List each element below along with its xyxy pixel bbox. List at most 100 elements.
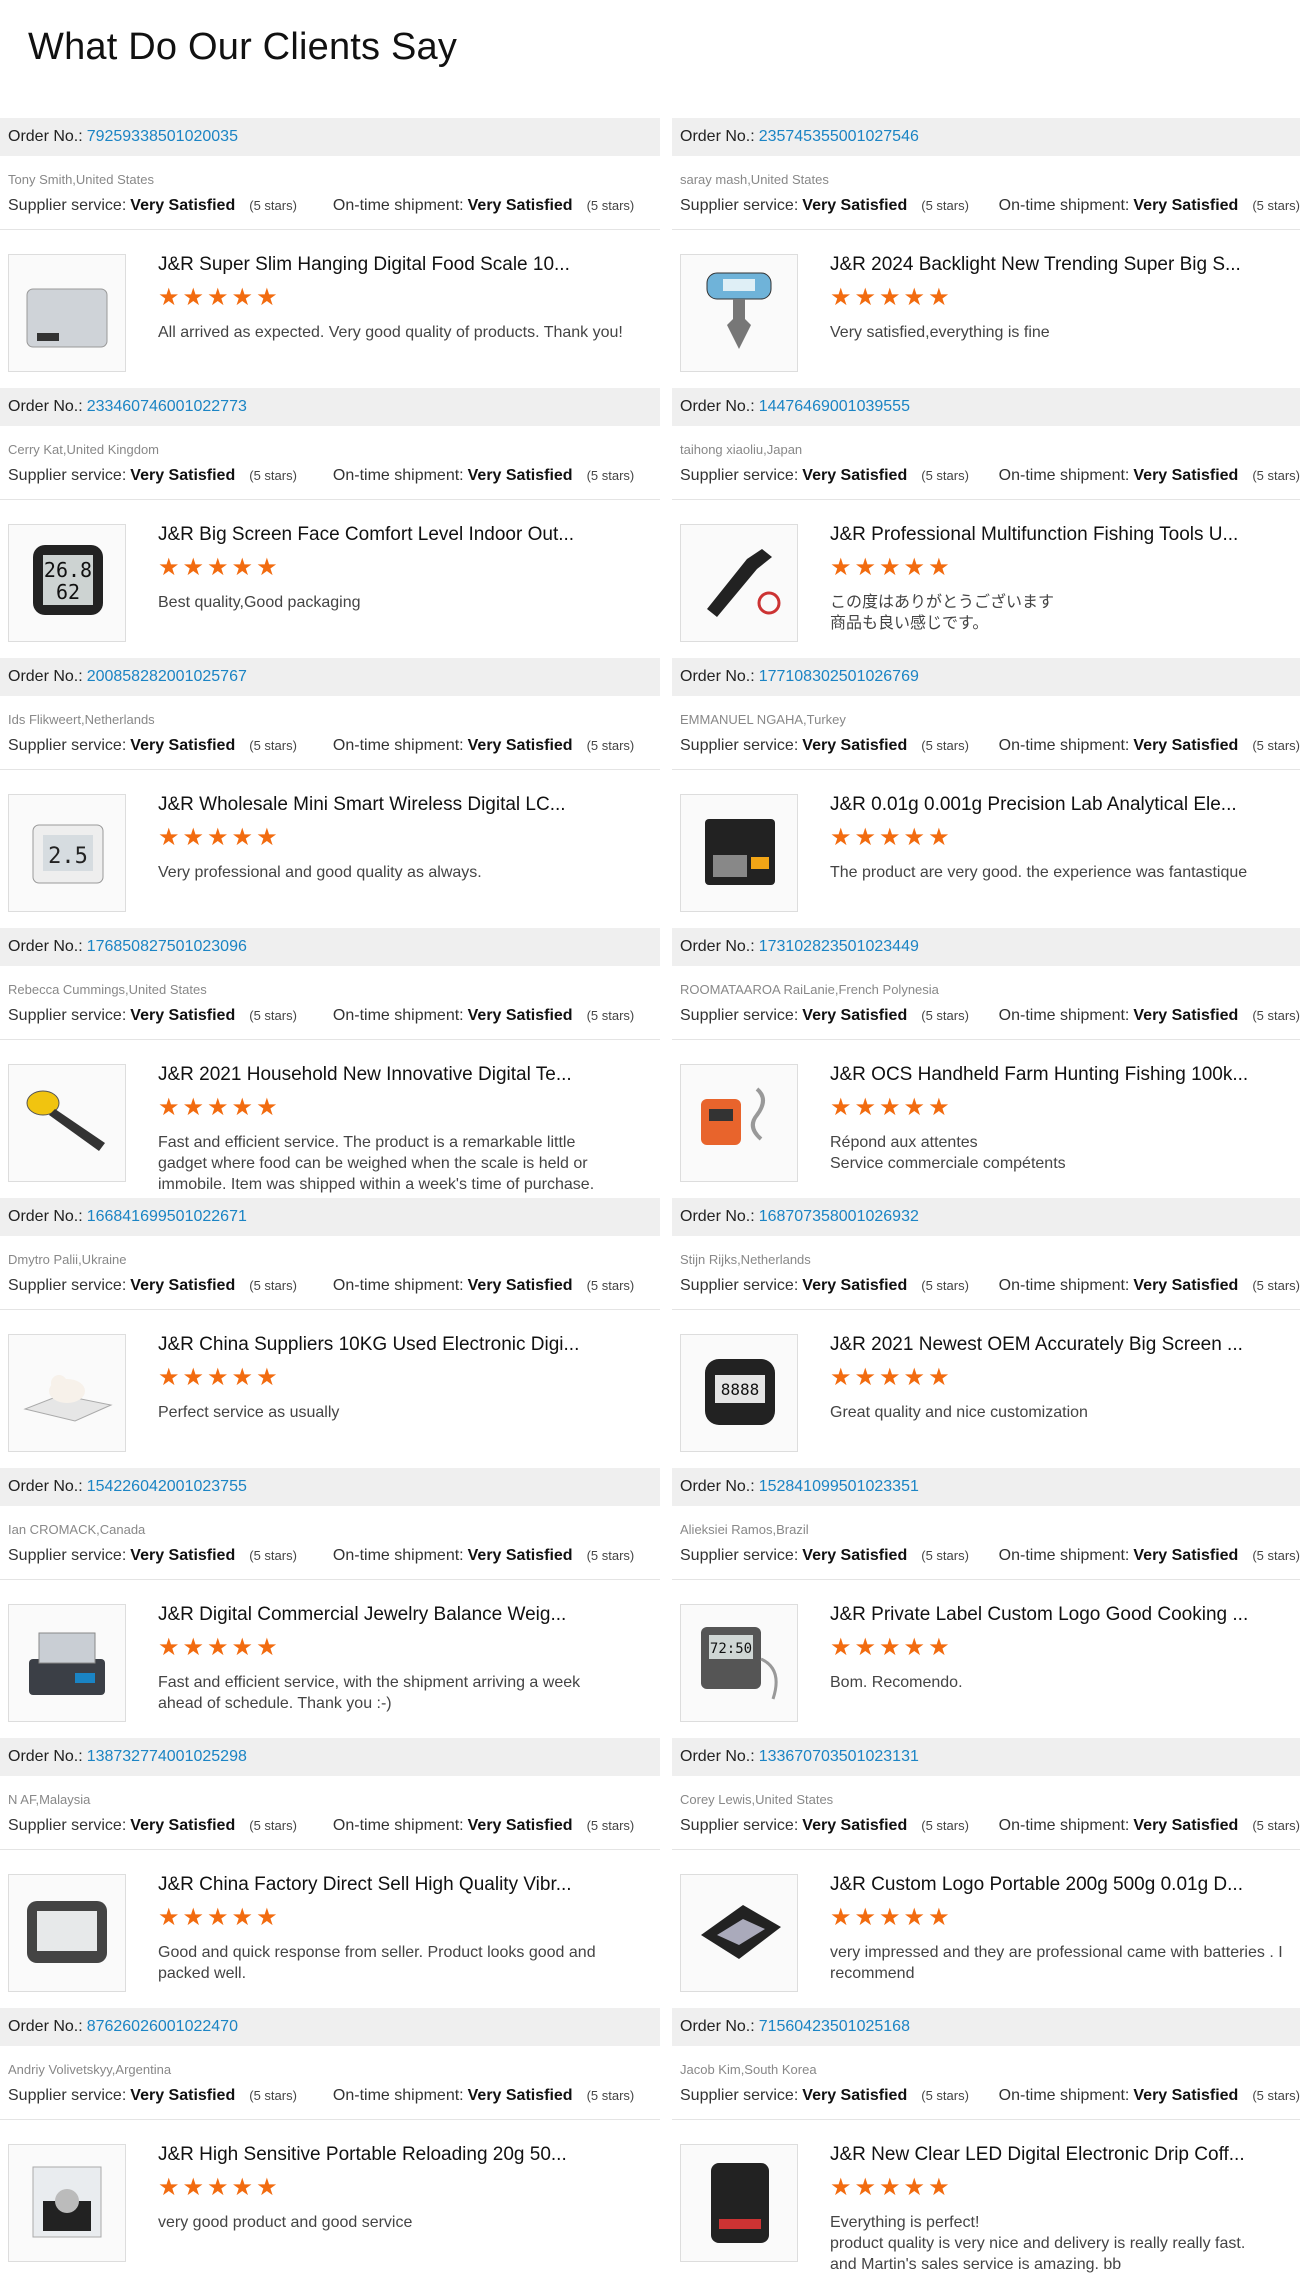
buyer-name: Jacob Kim,South Korea xyxy=(680,2062,817,2077)
star-icon: ★ xyxy=(207,1904,229,1931)
star-icon: ★ xyxy=(903,1094,926,1121)
product-name-link[interactable]: J&R Custom Logo Portable 200g 500g 0.01g… xyxy=(830,1874,1300,1896)
product-info: J&R 0.01g 0.001g Precision Lab Analytica… xyxy=(830,794,1247,912)
divider xyxy=(672,769,1300,770)
divider xyxy=(672,2119,1300,2120)
product-thumbnail[interactable] xyxy=(8,1604,126,1722)
product-thumbnail[interactable]: 26.8 62 xyxy=(8,524,126,642)
fridge-thermometer-icon: 2.5 xyxy=(15,799,119,908)
review-card-7: Order No.: 176850827501023096 Rebecca Cu… xyxy=(0,928,666,1198)
order-bar: Order No.: 152841099501023351 xyxy=(672,1468,1300,1506)
order-bar: Order No.: 173102823501023449 xyxy=(672,928,1300,966)
order-label: Order No.: xyxy=(8,2018,83,2035)
product-name-link[interactable]: J&R 2021 Household New Innovative Digita… xyxy=(158,1064,628,1086)
star-icon: ★ xyxy=(830,2174,852,2201)
supplier-service-stars: (5 stars) xyxy=(921,468,969,483)
product-thumbnail[interactable]: 2.5 xyxy=(8,794,126,912)
svg-text:2.5: 2.5 xyxy=(48,844,88,869)
rating-stars: ★ ★ ★ ★ ★ xyxy=(830,1096,1248,1120)
product-name-link[interactable]: J&R 2021 Newest OEM Accurately Big Scree… xyxy=(830,1334,1243,1356)
supplier-service-label: Supplier service: xyxy=(8,467,127,484)
product-name-link[interactable]: J&R Wholesale Mini Smart Wireless Digita… xyxy=(158,794,566,816)
supplier-service-stars: (5 stars) xyxy=(249,1008,297,1023)
review-card-13: Order No.: 138732774001025298 N AF,Malay… xyxy=(0,1738,666,2008)
product-name-link[interactable]: J&R China Suppliers 10KG Used Electronic… xyxy=(158,1334,579,1356)
order-bar: Order No.: 166841699501022671 xyxy=(0,1198,660,1236)
service-ratings: Supplier service: Very Satisfied (5 star… xyxy=(680,2087,1300,2105)
product-thumbnail[interactable] xyxy=(680,794,798,912)
ontime-shipment-value: Very Satisfied xyxy=(467,737,573,754)
order-number-link[interactable]: 133670703501023131 xyxy=(759,1748,919,1766)
order-number-link[interactable]: 177108302501026769 xyxy=(759,668,919,686)
star-icon: ★ xyxy=(256,1364,278,1391)
order-number-link[interactable]: 235745355001027546 xyxy=(759,128,919,146)
product-name-link[interactable]: J&R 0.01g 0.001g Precision Lab Analytica… xyxy=(830,794,1247,816)
order-number-link[interactable]: 176850827501023096 xyxy=(87,938,247,956)
product-thumbnail[interactable]: 8888 xyxy=(680,1334,798,1452)
product-row: J&R High Sensitive Portable Reloading 20… xyxy=(0,2144,660,2262)
order-number-link[interactable]: 71560423501025168 xyxy=(759,2018,910,2036)
product-name-link[interactable]: J&R Super Slim Hanging Digital Food Scal… xyxy=(158,254,623,276)
product-thumbnail[interactable] xyxy=(8,1064,126,1182)
order-label: Order No.: xyxy=(8,668,83,685)
product-name-link[interactable]: J&R Professional Multifunction Fishing T… xyxy=(830,524,1238,546)
star-icon: ★ xyxy=(256,1634,278,1661)
product-name-link[interactable]: J&R High Sensitive Portable Reloading 20… xyxy=(158,2144,567,2166)
order-number-link[interactable]: 168707358001026932 xyxy=(759,1208,919,1226)
review-card-6: Order No.: 177108302501026769 EMMANUEL N… xyxy=(666,658,1300,928)
order-number-link[interactable]: 233460746001022773 xyxy=(87,398,247,416)
star-icon: ★ xyxy=(207,1364,229,1391)
order-number-link[interactable]: 79259338501020035 xyxy=(87,128,238,146)
product-thumbnail[interactable] xyxy=(680,254,798,372)
product-thumbnail[interactable]: 72:50 xyxy=(680,1604,798,1722)
star-icon: ★ xyxy=(830,1094,852,1121)
divider xyxy=(0,769,660,770)
product-thumbnail[interactable] xyxy=(8,1334,126,1452)
product-thumbnail[interactable] xyxy=(8,1874,126,1992)
product-thumbnail[interactable] xyxy=(680,2144,798,2262)
order-label: Order No.: xyxy=(8,938,83,955)
product-thumbnail[interactable] xyxy=(680,524,798,642)
product-name-link[interactable]: J&R Digital Commercial Jewelry Balance W… xyxy=(158,1604,628,1626)
ontime-shipment-stars: (5 stars) xyxy=(586,1278,635,1293)
order-number-link[interactable]: 154226042001023755 xyxy=(87,1478,247,1496)
product-name-link[interactable]: J&R OCS Handheld Farm Hunting Fishing 10… xyxy=(830,1064,1248,1086)
order-number-link[interactable]: 166841699501022671 xyxy=(87,1208,247,1226)
order-number-link[interactable]: 173102823501023449 xyxy=(759,938,919,956)
order-bar: Order No.: 71560423501025168 xyxy=(672,2008,1300,2046)
svg-text:8888: 8888 xyxy=(721,1380,760,1399)
supplier-service-value: Very Satisfied xyxy=(130,1817,236,1834)
order-bar: Order No.: 87626026001022470 xyxy=(0,2008,660,2046)
order-number-link[interactable]: 138732774001025298 xyxy=(87,1748,247,1766)
product-thumbnail[interactable] xyxy=(8,2144,126,2262)
page-title: What Do Our Clients Say xyxy=(28,26,458,68)
product-row: J&R OCS Handheld Farm Hunting Fishing 10… xyxy=(672,1064,1300,1182)
product-info: J&R Professional Multifunction Fishing T… xyxy=(830,524,1238,642)
star-icon: ★ xyxy=(928,554,950,581)
product-row: J&R 0.01g 0.001g Precision Lab Analytica… xyxy=(672,794,1300,912)
product-thumbnail[interactable] xyxy=(680,1874,798,1992)
product-name-link[interactable]: J&R Private Label Custom Logo Good Cooki… xyxy=(830,1604,1248,1626)
product-name-link[interactable]: J&R Big Screen Face Comfort Level Indoor… xyxy=(158,524,574,546)
ontime-shipment-value: Very Satisfied xyxy=(467,467,573,484)
review-card-14: Order No.: 133670703501023131 Corey Lewi… xyxy=(666,1738,1300,2008)
order-number-link[interactable]: 14476469001039555 xyxy=(759,398,910,416)
order-label: Order No.: xyxy=(8,1478,83,1495)
review-card-8: Order No.: 173102823501023449 ROOMATAARO… xyxy=(666,928,1300,1198)
star-icon: ★ xyxy=(879,1634,901,1661)
timer-icon: 8888 xyxy=(687,1339,791,1448)
order-number-link[interactable]: 87626026001022470 xyxy=(87,2018,238,2036)
supplier-service-label: Supplier service: xyxy=(8,1277,127,1294)
product-name-link[interactable]: J&R New Clear LED Digital Electronic Dri… xyxy=(830,2144,1245,2166)
product-name-link[interactable]: J&R 2024 Backlight New Trending Super Bi… xyxy=(830,254,1241,276)
review-text: Very professional and good quality as al… xyxy=(158,864,482,881)
product-info: J&R Super Slim Hanging Digital Food Scal… xyxy=(158,254,623,372)
product-name-link[interactable]: J&R China Factory Direct Sell High Quali… xyxy=(158,1874,628,1896)
star-icon: ★ xyxy=(231,554,254,581)
product-thumbnail[interactable] xyxy=(680,1064,798,1182)
order-bar: Order No.: 177108302501026769 xyxy=(672,658,1300,696)
order-number-link[interactable]: 152841099501023351 xyxy=(759,1478,919,1496)
order-number-link[interactable]: 200858282001025767 xyxy=(87,668,247,686)
supplier-service-label: Supplier service: xyxy=(680,467,799,484)
product-thumbnail[interactable] xyxy=(8,254,126,372)
